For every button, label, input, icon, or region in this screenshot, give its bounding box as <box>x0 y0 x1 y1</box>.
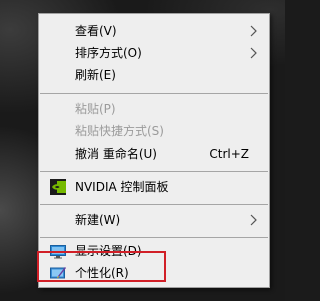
personalize-icon <box>50 267 66 279</box>
menu-item-personalize-label: 个性化(R) <box>75 266 129 280</box>
menu-item-new-label: 新建(W) <box>75 213 121 227</box>
menu-item-sort-by[interactable]: 排序方式(O) <box>39 42 269 64</box>
menu-separator <box>40 237 268 238</box>
menu-item-view[interactable]: 查看(V) <box>39 20 269 42</box>
menu-item-refresh-label: 刷新(E) <box>75 68 116 82</box>
menu-separator <box>40 171 268 172</box>
menu-item-paste[interactable]: 粘贴(P) <box>39 98 269 120</box>
menu-item-paste-shortcut[interactable]: 粘贴快捷方式(S) <box>39 120 269 142</box>
menu-item-new[interactable]: 新建(W) <box>39 209 269 231</box>
menu-separator <box>40 93 268 94</box>
menu-separator <box>40 204 268 205</box>
menu-item-sort-by-label: 排序方式(O) <box>75 46 142 60</box>
menu-item-refresh[interactable]: 刷新(E) <box>39 64 269 86</box>
chevron-right-icon <box>250 47 257 59</box>
menu-item-personalize[interactable]: 个性化(R) <box>39 262 269 284</box>
menu-item-nvidia-control-panel-label: NVIDIA 控制面板 <box>75 180 169 194</box>
context-menu: 查看(V) 排序方式(O) 刷新(E) 粘贴(P) 粘贴快捷方式(S) 撤消 重… <box>38 13 270 288</box>
menu-item-undo-rename[interactable]: 撤消 重命名(U) Ctrl+Z <box>39 143 269 165</box>
menu-item-paste-label: 粘贴(P) <box>75 102 116 116</box>
chevron-right-icon <box>250 214 257 226</box>
nvidia-logo-icon <box>50 179 66 195</box>
chevron-right-icon <box>250 25 257 37</box>
menu-item-display-settings-label: 显示设置(D) <box>75 244 142 258</box>
menu-item-view-label: 查看(V) <box>75 24 117 38</box>
shortcut-hint: Ctrl+Z <box>209 147 249 161</box>
menu-item-undo-rename-label: 撤消 重命名(U) <box>75 147 157 161</box>
menu-item-display-settings[interactable]: 显示设置(D) <box>39 240 269 262</box>
display-settings-icon <box>50 245 66 259</box>
menu-item-paste-shortcut-label: 粘贴快捷方式(S) <box>75 124 164 138</box>
menu-item-nvidia-control-panel[interactable]: NVIDIA 控制面板 <box>39 176 269 198</box>
